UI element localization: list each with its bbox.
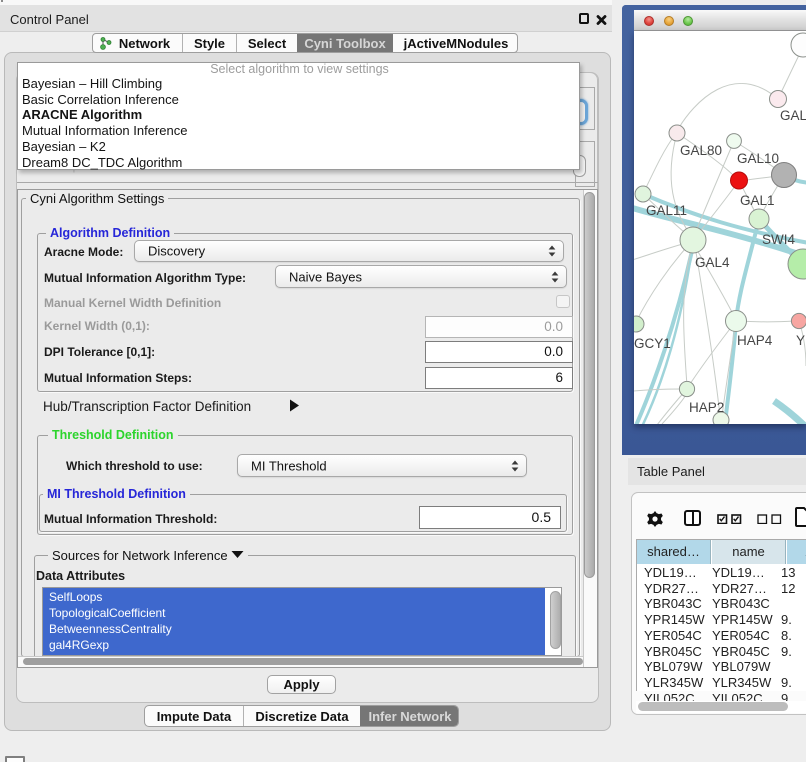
svg-text:GAL1: GAL1 <box>740 193 775 208</box>
svg-text:SWI4: SWI4 <box>762 232 795 247</box>
svg-text:HAP4: HAP4 <box>737 333 773 348</box>
svg-text:GAL80: GAL80 <box>680 143 722 158</box>
svg-text:YM: YM <box>796 333 806 348</box>
svg-text:GAL7: GAL7 <box>780 108 806 123</box>
svg-text:GAL4: GAL4 <box>695 255 730 270</box>
svg-text:GAL11: GAL11 <box>646 203 687 218</box>
svg-text:HAP2: HAP2 <box>689 400 724 415</box>
svg-text:GAL10: GAL10 <box>737 151 779 166</box>
svg-text:GCY1: GCY1 <box>634 336 671 351</box>
